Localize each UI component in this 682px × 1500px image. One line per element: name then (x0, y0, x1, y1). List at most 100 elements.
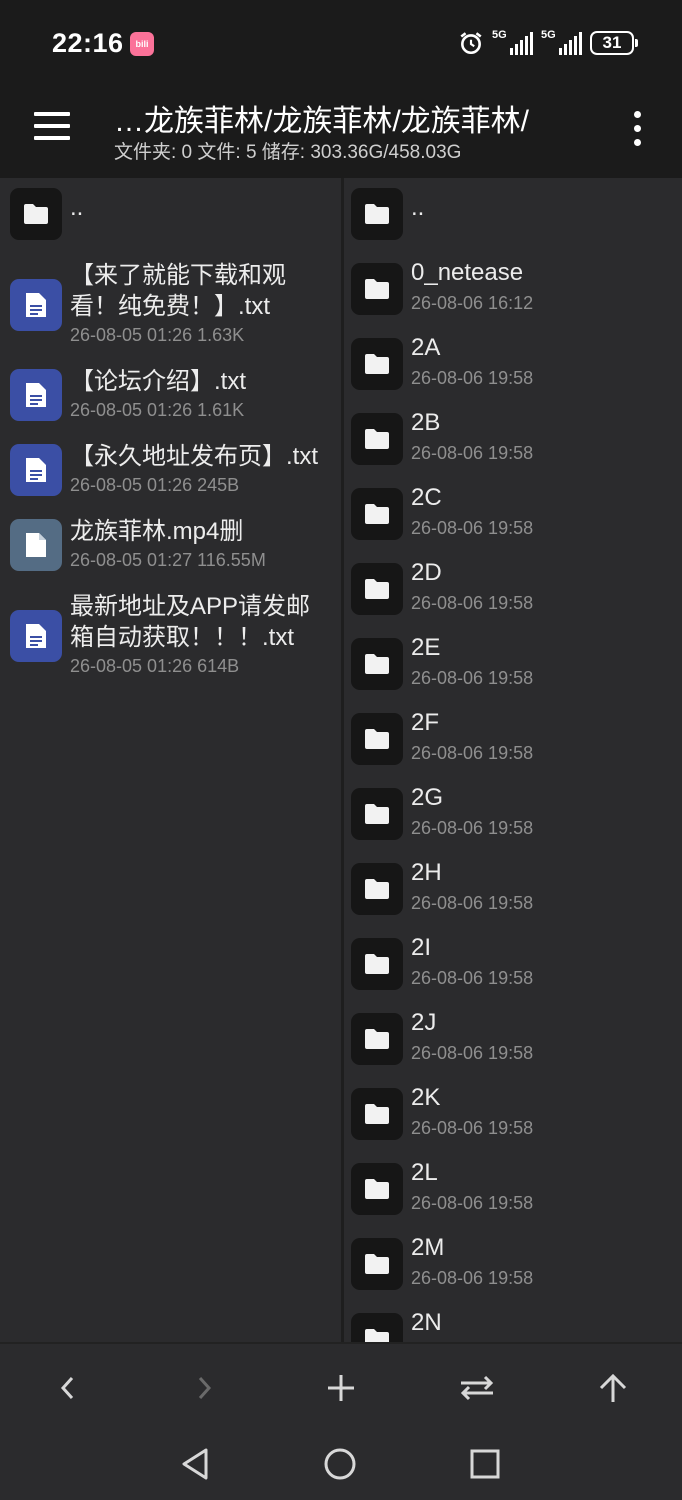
folder-row[interactable]: 2F 26-08-06 19:58 (344, 709, 682, 783)
file-row[interactable]: 【来了就能下载和观看！纯免费！】.txt 26-08-05 01:26 1.63… (0, 260, 341, 352)
folder-icon (351, 338, 403, 390)
status-bar: 22:16 bili 5G 5G 31 (0, 0, 682, 88)
folder-row[interactable]: 2E 26-08-06 19:58 (344, 634, 682, 708)
folder-row[interactable]: 2H 26-08-06 19:58 (344, 859, 682, 933)
right-file-pane[interactable]: .. 0_netease 26-08-06 16:12 2A 26-08-06 19:… (344, 178, 682, 1342)
folder-icon (351, 1238, 403, 1290)
folder-meta: 26-08-06 19:58 (411, 518, 534, 538)
folder-icon (351, 563, 403, 615)
folder-icon (351, 788, 403, 840)
folder-icon (351, 938, 403, 990)
file-meta: 26-08-05 01:26 614B (70, 656, 240, 676)
folder-icon (351, 488, 403, 540)
app-toolbar: …龙族菲林/龙族菲林/龙族菲林/ 文件夹: 0 文件: 5 储存: 303.36… (0, 88, 682, 178)
file-row[interactable]: 【论坛介绍】.txt 26-08-05 01:26 1.61K (0, 366, 341, 426)
folder-icon (10, 188, 62, 240)
folder-meta: 26-08-06 19:58 (411, 1118, 534, 1138)
folder-meta: 26-08-06 19:58 (411, 443, 534, 463)
file-name: 【永久地址发布页】.txt (70, 443, 319, 470)
swap-icon[interactable] (453, 1364, 501, 1412)
add-icon[interactable] (317, 1364, 365, 1412)
folder-name: 0_netease (411, 259, 524, 286)
folder-row[interactable]: 2B 26-08-06 19:58 (344, 409, 682, 483)
folder-meta: 26-08-06 19:58 (411, 668, 534, 688)
file-name: 【来了就能下载和观看！纯免费！】.txt (70, 262, 286, 320)
battery-level: 31 (602, 33, 622, 52)
battery-icon: 31 (590, 31, 638, 55)
nav-home-icon[interactable] (318, 1442, 362, 1486)
file-meta: 26-08-05 01:26 245B (70, 475, 240, 495)
folder-row[interactable]: 2G 26-08-06 19:58 (344, 784, 682, 858)
system-navigation-bar (0, 1430, 682, 1500)
back-icon[interactable] (44, 1364, 92, 1412)
video-file-icon (10, 519, 62, 571)
text-file-icon (10, 444, 62, 496)
folder-row[interactable]: 2K 26-08-06 19:58 (344, 1084, 682, 1158)
folder-icon (351, 1163, 403, 1215)
nav-back-icon[interactable] (173, 1442, 217, 1486)
file-row[interactable]: 【永久地址发布页】.txt 26-08-05 01:26 245B (0, 441, 341, 501)
folder-name: 2E (411, 634, 441, 661)
folder-icon (351, 188, 403, 240)
file-meta: 26-08-05 01:26 1.61K (70, 400, 245, 420)
up-icon[interactable] (589, 1364, 637, 1412)
file-name: 【论坛介绍】.txt (70, 368, 247, 395)
folder-meta: 26-08-06 19:58 (411, 368, 534, 388)
folder-name: 2N (411, 1309, 442, 1336)
folder-meta: 26-08-06 19:58 (411, 1268, 534, 1288)
folder-icon (351, 638, 403, 690)
file-row[interactable]: 龙族菲林.mp4删 26-08-05 01:27 116.55M (0, 516, 341, 576)
file-name: 龙族菲林.mp4删 (70, 518, 244, 545)
folder-icon (351, 1088, 403, 1140)
folder-meta: 26-08-06 19:58 (411, 743, 534, 763)
more-options-icon[interactable] (622, 108, 652, 148)
folder-meta: 26-08-06 19:58 (411, 593, 534, 613)
nav-recents-icon[interactable] (463, 1442, 507, 1486)
folder-name: 2F (411, 709, 440, 736)
file-meta: 26-08-05 01:27 116.55M (70, 550, 266, 570)
folder-row[interactable]: 2C 26-08-06 19:58 (344, 484, 682, 558)
folder-name: 2K (411, 1084, 441, 1111)
folder-row[interactable]: 2L 26-08-06 19:58 (344, 1159, 682, 1233)
folder-name: 2J (411, 1009, 437, 1036)
parent-directory-row[interactable]: .. (344, 188, 682, 243)
folder-meta: 26-08-06 16:12 (411, 293, 534, 313)
folder-row[interactable]: 2M 26-08-06 19:58 (344, 1234, 682, 1308)
folder-meta: 26-08-06 19:58 (411, 818, 534, 838)
file-row[interactable]: 最新地址及APP请发邮箱自动获取！！！.txt 26-08-05 01:26 6… (0, 591, 341, 683)
folder-name: 2C (411, 484, 442, 511)
folder-icon (351, 413, 403, 465)
folder-row[interactable]: 2J 26-08-06 19:58 (344, 1009, 682, 1083)
parent-directory-row[interactable]: .. (0, 188, 341, 243)
folder-name: 2D (411, 559, 442, 586)
folder-name: 2G (411, 784, 444, 811)
folder-icon (351, 863, 403, 915)
left-file-pane[interactable]: .. 【来了就能下载和观看！纯免费！】.txt 26-08-05 01:26 1… (0, 178, 341, 1342)
folder-row[interactable]: 2I 26-08-06 19:58 (344, 934, 682, 1008)
file-meta: 26-08-05 01:26 1.63K (70, 325, 245, 345)
folder-row[interactable]: 0_netease 26-08-06 16:12 (344, 259, 682, 333)
bottom-action-bar (0, 1342, 682, 1430)
folder-meta: 26-08-06 19:58 (411, 893, 534, 913)
folder-icon (351, 713, 403, 765)
folder-name: 2B (411, 409, 441, 436)
folder-meta: 26-08-06 19:58 (411, 1193, 534, 1213)
folder-row[interactable]: 2D 26-08-06 19:58 (344, 559, 682, 633)
hamburger-menu-icon[interactable] (30, 106, 76, 146)
folder-icon (351, 1313, 403, 1342)
status-time: 22:16 (52, 28, 124, 58)
alarm-icon (460, 32, 482, 55)
forward-icon[interactable] (180, 1364, 228, 1412)
folder-row[interactable]: 2A 26-08-06 19:58 (344, 334, 682, 408)
current-path[interactable]: …龙族菲林/龙族菲林/龙族菲林/ (114, 96, 614, 140)
folder-icon (351, 1013, 403, 1065)
text-file-icon (10, 279, 62, 331)
text-file-icon (10, 369, 62, 421)
folder-row[interactable]: 2N (344, 1309, 682, 1342)
system-icons: 5G 5G 31 (458, 28, 638, 58)
bilibili-app-icon: bili (130, 32, 154, 56)
folder-name: 2A (411, 334, 441, 361)
parent-directory-label: .. (70, 194, 84, 221)
folder-name: 2I (411, 934, 432, 961)
parent-directory-label: .. (411, 194, 425, 221)
